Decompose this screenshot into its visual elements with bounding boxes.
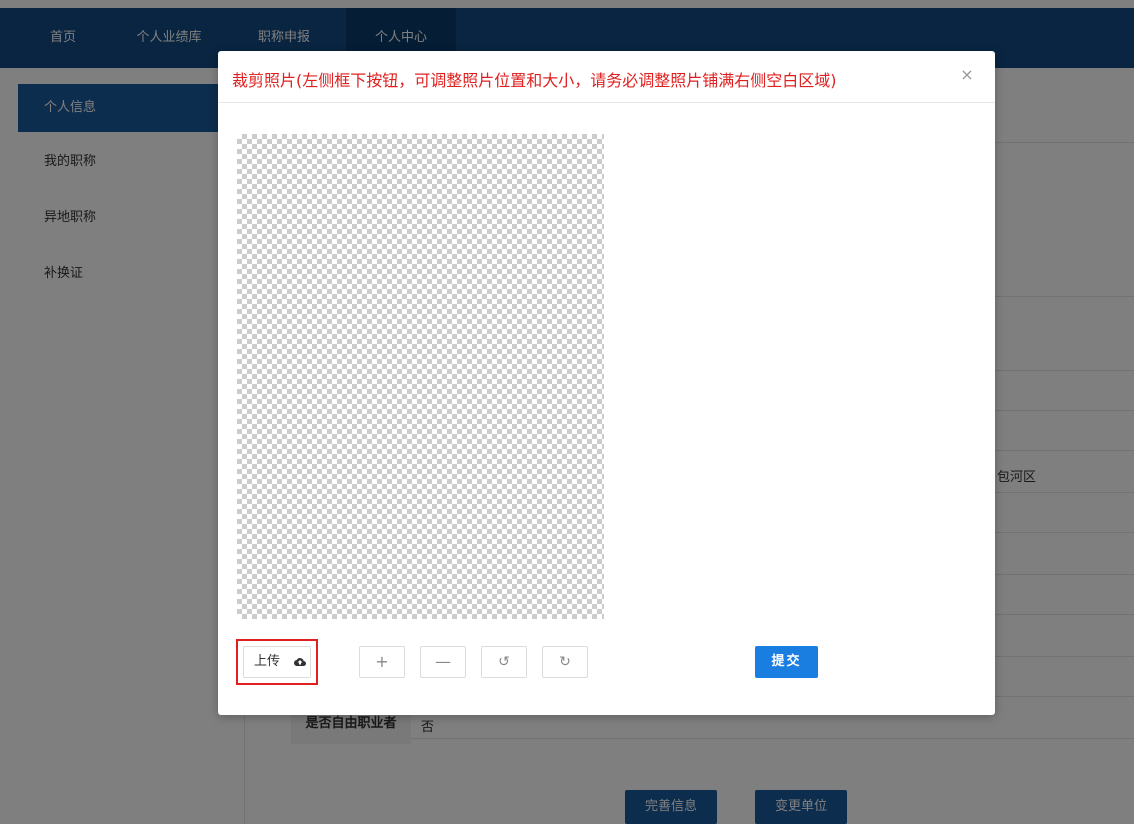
minus-icon: — [435,652,451,671]
rotate-left-icon: ↺ [498,654,510,670]
upload-button[interactable]: 上传 [243,646,311,678]
rotate-right-button[interactable]: ↻ [542,646,588,678]
rotate-right-icon: ↻ [559,654,571,670]
zoom-in-button[interactable]: + [359,646,405,678]
submit-button[interactable]: 提交 [755,646,818,678]
close-icon[interactable]: × [959,67,975,83]
cloud-upload-icon [294,658,306,666]
dialog-title: 裁剪照片(左侧框下按钮，可调整照片位置和大小，请务必调整照片铺满右侧空白区域) [232,71,837,90]
crop-canvas[interactable] [237,134,604,619]
upload-label: 上传 [254,654,281,669]
zoom-out-button[interactable]: — [420,646,466,678]
rotate-left-button[interactable]: ↺ [481,646,527,678]
crop-photo-dialog: 裁剪照片(左侧框下按钮，可调整照片位置和大小，请务必调整照片铺满右侧空白区域) … [218,51,995,715]
plus-icon: + [375,652,389,671]
dialog-header: 裁剪照片(左侧框下按钮，可调整照片位置和大小，请务必调整照片铺满右侧空白区域) … [218,51,995,103]
page: 首页 个人业绩库 职称申报 个人中心 个人信息 我的职称 异地职称 补换证 包河… [0,0,1134,824]
